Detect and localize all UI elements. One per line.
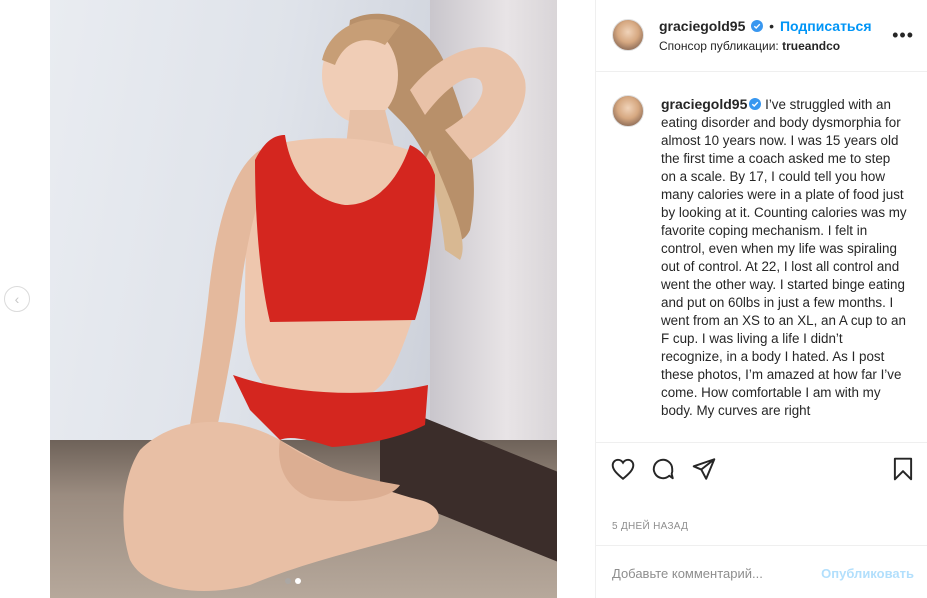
comment-icon[interactable] (650, 456, 676, 482)
post-date[interactable]: 5 ДНЕЙ НАЗАД (612, 521, 688, 532)
header-separator: • (769, 18, 775, 34)
carousel-dot-active[interactable] (295, 578, 301, 584)
caption-username[interactable]: graciegold95 (661, 96, 747, 112)
sponsor-prefix: Спонсор публикации: (659, 39, 783, 53)
heart-icon[interactable] (610, 456, 636, 482)
bookmark-icon[interactable] (890, 456, 916, 482)
instagram-post-view: ‹ graciegold95 • Подписаться Спонсор пуб… (0, 0, 927, 598)
verified-badge-icon (749, 98, 762, 110)
more-options-icon[interactable]: ••• (892, 26, 914, 44)
carousel-dot[interactable] (285, 578, 291, 584)
comment-input[interactable]: Добавьте комментарий... (612, 566, 763, 581)
verified-badge-icon (751, 20, 764, 32)
caption-area: graciegold95 I’ve struggled with an eati… (596, 73, 927, 443)
follow-button[interactable]: Подписаться (780, 18, 872, 34)
caption-avatar[interactable] (612, 95, 644, 127)
caption-body: I’ve struggled with an eating disorder a… (661, 97, 907, 418)
avatar[interactable] (612, 19, 644, 51)
post-side-panel: graciegold95 • Подписаться Спонсор публи… (595, 0, 927, 598)
photo-figure (123, 13, 526, 592)
action-bar (596, 450, 927, 490)
prev-slide-button[interactable]: ‹ (4, 286, 30, 312)
comment-bar: Добавьте комментарий... Опубликовать (596, 545, 927, 598)
publish-button[interactable]: Опубликовать (821, 566, 914, 581)
chevron-left-icon: ‹ (14, 291, 20, 307)
post-photo[interactable] (50, 0, 557, 598)
paper-plane-icon[interactable] (691, 456, 717, 482)
post-header: graciegold95 • Подписаться Спонсор публи… (596, 0, 927, 72)
header-user-line: graciegold95 • Подписаться (659, 18, 872, 34)
sponsor-link[interactable]: trueandco (782, 39, 840, 53)
header-username[interactable]: graciegold95 (659, 18, 745, 34)
caption-text-block: graciegold95 I’ve struggled with an eati… (661, 95, 907, 420)
sponsor-line: Спонсор публикации: trueandco (659, 39, 840, 53)
carousel-dots (285, 578, 301, 584)
